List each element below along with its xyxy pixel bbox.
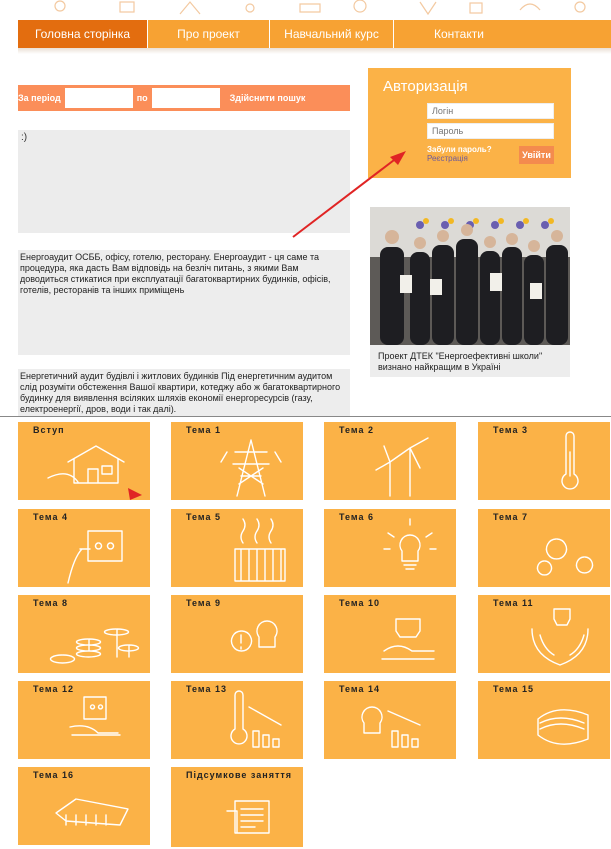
tile-title: Тема 8 — [33, 598, 68, 608]
nav-item-course[interactable]: Навчальний курс — [270, 20, 394, 48]
news-text[interactable]: Енергетичний аудит будівлі і житлових бу… — [20, 371, 340, 414]
nav-item-about[interactable]: Про проект — [148, 20, 270, 48]
course-tile[interactable]: Тема 14 — [324, 681, 456, 759]
tile-title: Тема 16 — [33, 770, 74, 780]
news-text[interactable]: Енергоаудит ОСББ, офісу, готелю, рестора… — [20, 252, 331, 295]
nav-shadow — [18, 48, 611, 54]
course-tile[interactable]: Тема 10 — [324, 595, 456, 673]
course-tile[interactable]: Тема 13 — [171, 681, 303, 759]
search-button[interactable]: Здійснити пошук — [230, 93, 306, 103]
tile-title: Тема 12 — [33, 684, 74, 694]
tile-title: Підсумкове заняття — [186, 770, 293, 780]
course-tile[interactable]: Тема 1 — [171, 422, 303, 500]
news-photo[interactable] — [370, 207, 570, 345]
auth-title: Авторизація — [383, 78, 468, 95]
course-tile[interactable]: Вступ — [18, 422, 150, 500]
course-tile[interactable]: Тема 16 — [18, 767, 150, 845]
tile-title: Тема 14 — [339, 684, 380, 694]
nav-item-home[interactable]: Головна сторінка — [18, 20, 148, 48]
news-text: :) — [21, 132, 28, 143]
date-from-input[interactable] — [64, 88, 133, 108]
login-button[interactable]: Увійти — [519, 146, 554, 164]
course-tile[interactable]: Тема 4 — [18, 509, 150, 587]
tile-title: Тема 11 — [493, 598, 534, 608]
course-tile[interactable]: Тема 5 — [171, 509, 303, 587]
page: { "nav": { "items": ["Головна сторінка",… — [0, 0, 611, 849]
news-item: Енергоаудит ОСББ, офісу, готелю, рестора… — [18, 250, 350, 355]
header-decoration — [0, 0, 611, 20]
course-tile[interactable]: Тема 12 — [18, 681, 150, 759]
course-tile[interactable]: Тема 6 — [324, 509, 456, 587]
register-link[interactable]: Реєстрація — [427, 154, 468, 163]
login-input[interactable] — [427, 103, 554, 119]
annotation-arrow-icon — [128, 488, 142, 500]
period-label: За період — [18, 93, 61, 103]
to-label: по — [136, 93, 148, 103]
course-tile[interactable]: Тема 11 — [478, 595, 610, 673]
tile-title: Тема 7 — [493, 512, 528, 522]
tile-title: Тема 3 — [493, 425, 528, 435]
tile-title: Тема 6 — [339, 512, 374, 522]
course-tile[interactable]: Тема 3 — [478, 422, 610, 500]
course-tile[interactable]: Тема 15 — [478, 681, 610, 759]
password-input[interactable] — [427, 123, 554, 139]
tile-title: Тема 13 — [186, 684, 227, 694]
tile-title: Тема 15 — [493, 684, 534, 694]
tile-title: Тема 1 — [186, 425, 221, 435]
nav-item-contacts[interactable]: Контакти — [394, 20, 611, 48]
forgot-password-link[interactable]: Забули пароль? — [427, 145, 492, 154]
news-item: Енергетичний аудит будівлі і житлових бу… — [18, 369, 350, 416]
divider — [0, 416, 611, 417]
tile-title: Тема 5 — [186, 512, 221, 522]
main-nav: Головна сторінка Про проект Навчальний к… — [18, 20, 611, 48]
course-tile[interactable]: Тема 2 — [324, 422, 456, 500]
tile-title: Тема 2 — [339, 425, 374, 435]
tile-title: Тема 4 — [33, 512, 68, 522]
tile-title: Тема 10 — [339, 598, 380, 608]
course-tile[interactable]: Тема 9 — [171, 595, 303, 673]
date-to-input[interactable] — [151, 88, 220, 108]
tile-title: Тема 9 — [186, 598, 221, 608]
course-tile[interactable]: Підсумкове заняття — [171, 767, 303, 847]
course-tile[interactable]: Тема 8 — [18, 595, 150, 673]
photo-caption[interactable]: Проект ДТЕК "Енергоефективні школи" визн… — [370, 345, 570, 377]
course-tile[interactable]: Тема 7 — [478, 509, 610, 587]
search-bar: За період по Здійснити пошук — [18, 85, 350, 111]
